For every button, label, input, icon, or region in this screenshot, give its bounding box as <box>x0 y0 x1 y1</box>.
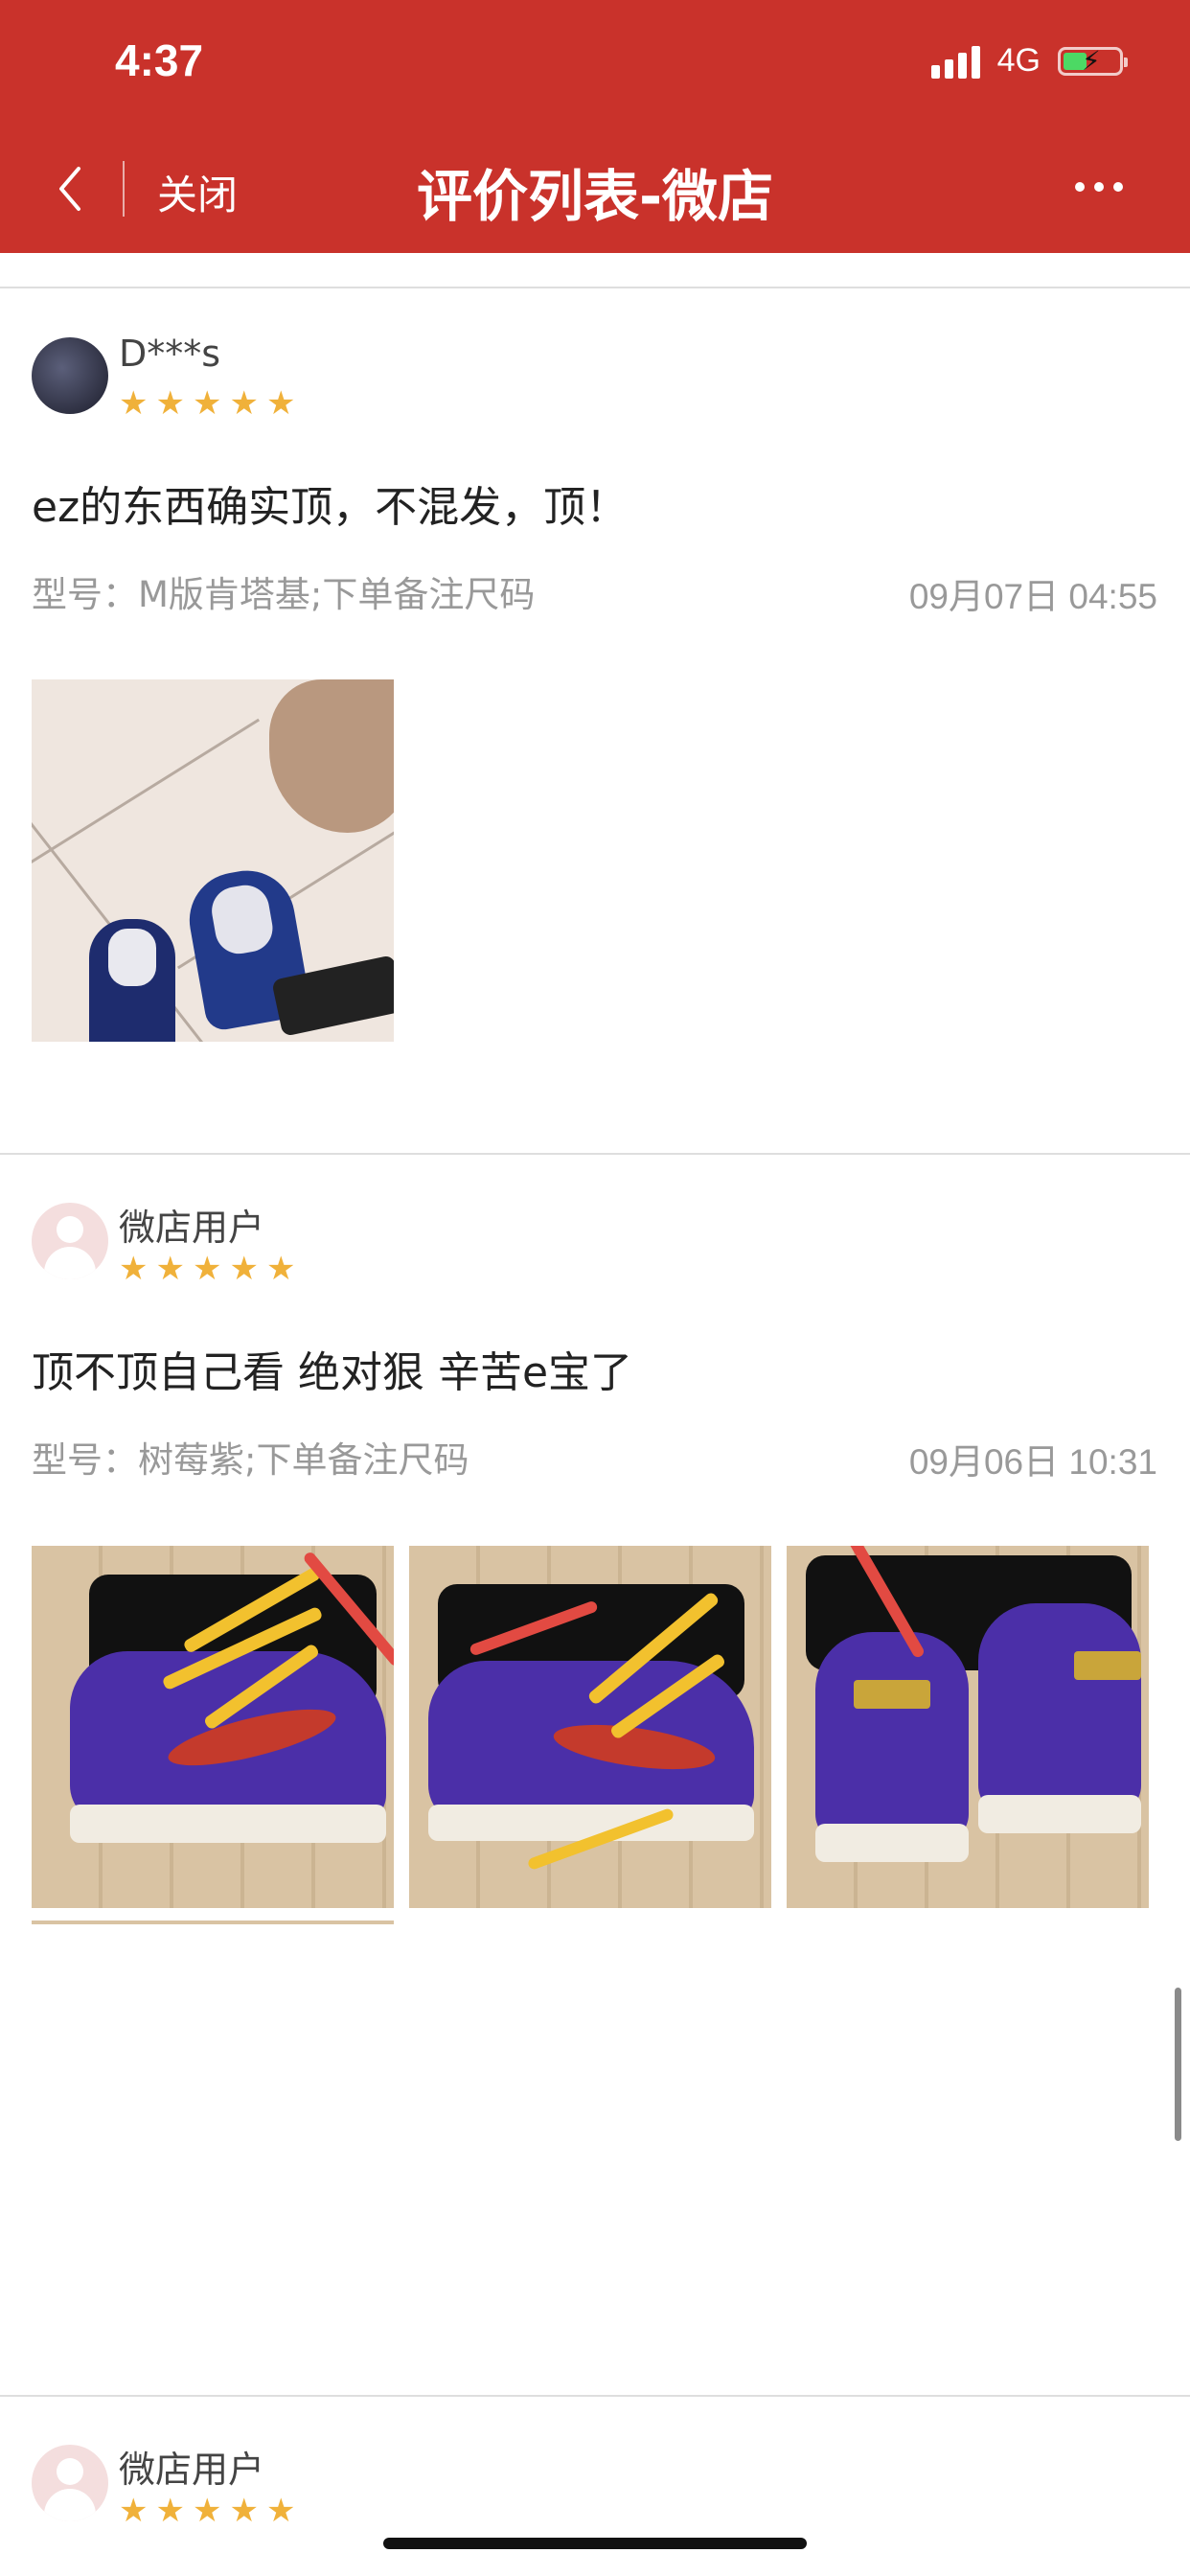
divider <box>0 287 1190 288</box>
avatar[interactable] <box>32 337 108 414</box>
star-icon: ★ <box>192 2492 222 2530</box>
status-time: 4:37 <box>115 35 204 85</box>
avatar[interactable] <box>32 1203 108 1279</box>
star-icon: ★ <box>265 2492 296 2530</box>
review-date: 09月06日 10:31 <box>908 1442 1157 1482</box>
star-icon: ★ <box>192 1250 222 1288</box>
page-title: 评价列表-微店 <box>416 164 774 229</box>
signal-icon <box>930 44 980 79</box>
review-date: 09月07日 04:55 <box>908 577 1157 616</box>
more-dots-icon[interactable] <box>1075 182 1123 192</box>
star-icon: ★ <box>119 2492 149 2530</box>
star-icon: ★ <box>229 384 259 423</box>
star-icon: ★ <box>229 2492 259 2530</box>
divider <box>0 2395 1190 2397</box>
star-icon: ★ <box>119 1250 149 1288</box>
review-model: 型号：M版肯塔基;下单备注尺码 <box>32 574 536 615</box>
review-content: 顶不顶自己看 绝对狠 辛苦e宝了 <box>32 1348 633 1397</box>
battery-charging-icon: ⚡ <box>1058 46 1128 76</box>
review-photo[interactable] <box>32 1546 394 1908</box>
review-photo[interactable] <box>409 1546 771 1908</box>
star-icon: ★ <box>192 384 222 423</box>
review-photo[interactable] <box>32 679 394 1042</box>
star-icon: ★ <box>155 384 185 423</box>
star-icon: ★ <box>229 1250 259 1288</box>
network-type: 4G <box>996 42 1041 79</box>
review-model: 型号：树莓紫;下单备注尺码 <box>32 1439 469 1481</box>
star-rating: ★ ★ ★ ★ ★ <box>119 1253 295 1285</box>
star-icon: ★ <box>155 1250 185 1288</box>
review-list-page: 4:37 4G ⚡ 关闭 评价列表-微店 D***s ★ ★ ★ ★ ★ ez的… <box>0 0 1190 2576</box>
star-icon: ★ <box>155 2492 185 2530</box>
header-bar: 4:37 4G ⚡ 关闭 评价列表-微店 <box>0 0 1190 253</box>
review-username: D***s <box>119 333 221 375</box>
status-icons: 4G ⚡ <box>930 42 1128 80</box>
avatar[interactable] <box>32 2445 108 2521</box>
review-username: 微店用户 <box>119 1207 265 1249</box>
review-content: ez的东西确实顶，不混发，顶！ <box>32 483 629 532</box>
photo-strip <box>32 1920 394 1924</box>
review-username: 微店用户 <box>119 2449 265 2491</box>
star-icon: ★ <box>119 384 149 423</box>
star-icon: ★ <box>265 384 296 423</box>
divider <box>0 1153 1190 1155</box>
scrollbar[interactable] <box>1175 1988 1181 2141</box>
home-indicator[interactable] <box>383 2538 807 2549</box>
star-rating: ★ ★ ★ ★ ★ <box>119 2495 295 2527</box>
review-photo[interactable] <box>787 1546 1149 1908</box>
star-rating: ★ ★ ★ ★ ★ <box>119 387 295 420</box>
star-icon: ★ <box>265 1250 296 1288</box>
